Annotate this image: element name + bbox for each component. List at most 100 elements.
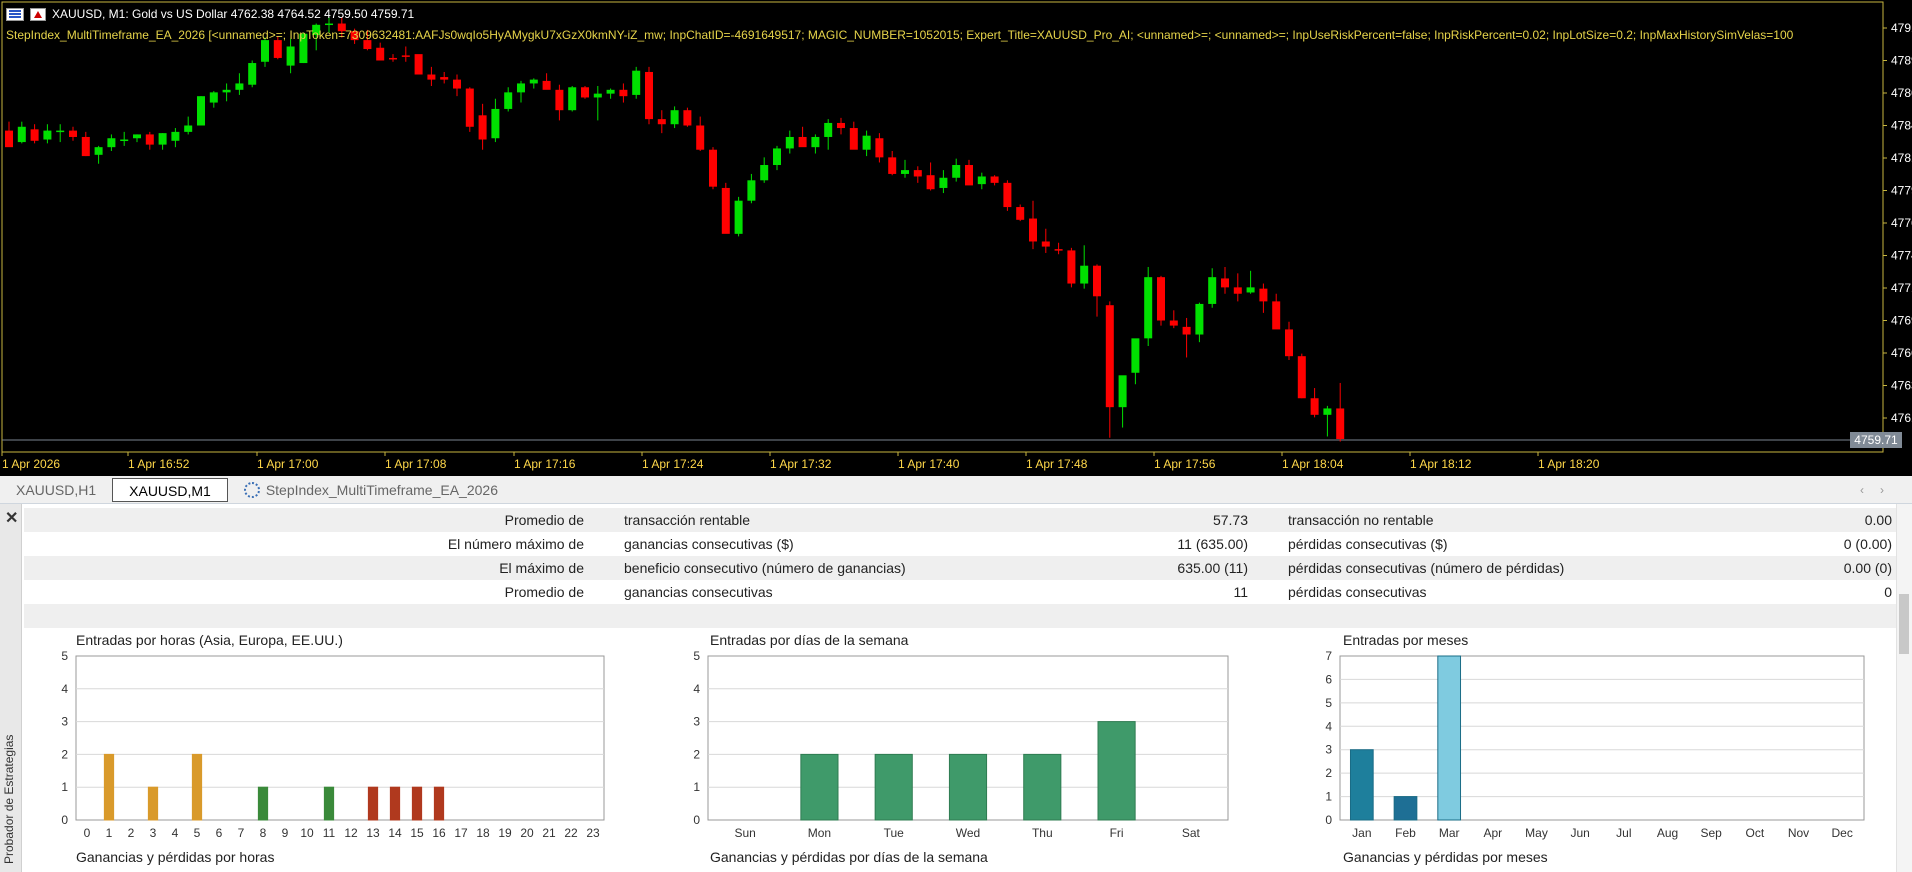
candle xyxy=(145,131,154,150)
candle xyxy=(977,172,986,190)
ea-parameters-line: StepIndex_MultiTimeframe_EA_2026 [<unnam… xyxy=(6,28,1794,42)
candle xyxy=(1221,266,1229,294)
candle xyxy=(1285,321,1293,361)
price-tick-label: 4781.75 xyxy=(1891,151,1912,165)
price-tick-label: 4784.30 xyxy=(1891,119,1912,133)
candle xyxy=(1093,264,1101,317)
x-tick-label: 7 xyxy=(238,826,245,840)
time-tick-label: 1 Apr 17:56 xyxy=(1154,457,1216,471)
candle xyxy=(465,87,474,132)
x-tick-label: Apr xyxy=(1483,826,1502,840)
symbol-info: XAUUSD, M1: Gold vs US Dollar 4762.38 47… xyxy=(52,7,415,21)
candle xyxy=(1208,268,1217,308)
y-tick-label: 1 xyxy=(693,780,700,794)
candle xyxy=(1003,180,1012,211)
y-tick-label: 6 xyxy=(1325,672,1332,686)
price-tick-label: 4791.95 xyxy=(1891,21,1912,35)
time-tick-label: 1 Apr 17:32 xyxy=(770,457,832,471)
candle xyxy=(1144,266,1153,346)
x-tick-label: 1 xyxy=(106,826,113,840)
candle xyxy=(504,87,513,112)
x-tick-label: 10 xyxy=(300,826,314,840)
y-tick-label: 7 xyxy=(1325,650,1332,663)
candle xyxy=(760,157,769,183)
y-tick-label: 5 xyxy=(1325,696,1332,710)
time-tick-label: 1 Apr 17:16 xyxy=(514,457,576,471)
tab-expert-label: StepIndex_MultiTimeframe_EA_2026 xyxy=(265,481,498,498)
time-tick-label: 1 Apr 17:40 xyxy=(898,457,960,471)
candle xyxy=(849,121,858,150)
bar xyxy=(948,753,988,821)
x-tick-label: Mon xyxy=(808,826,831,840)
table-row: El máximo de beneficio consecutivo (núme… xyxy=(24,556,1896,580)
candle xyxy=(875,133,884,163)
price-tick-label: 4763.90 xyxy=(1891,379,1912,393)
candle xyxy=(1323,405,1332,437)
x-tick-label: Dec xyxy=(1831,826,1852,840)
candle xyxy=(81,131,90,157)
x-tick-label: 16 xyxy=(432,826,446,840)
x-tick-label: May xyxy=(1525,826,1548,840)
candle xyxy=(43,124,52,144)
candle xyxy=(1016,204,1025,222)
close-icon[interactable]: ✕ xyxy=(5,508,18,528)
side-strip: ✕ Probador de Estrategias xyxy=(0,504,22,872)
price-chart[interactable]: 4791.95 4789.40 4786.85 4784.30 4781.75 4779.… xyxy=(0,0,1912,476)
y-tick-label: 2 xyxy=(693,747,700,761)
price-tick-label: 4766.45 xyxy=(1891,346,1912,360)
candle xyxy=(901,159,909,178)
candle xyxy=(94,145,103,164)
chart-menu-icon[interactable] xyxy=(6,7,24,21)
candlestick-chart[interactable]: 4791.95 4789.40 4786.85 4784.30 4781.75 4779.… xyxy=(0,0,1912,476)
x-tick-label: Fri xyxy=(1110,826,1124,840)
hours-chart-title: Entradas por horas (Asia, Europa, EE.UU.… xyxy=(76,632,343,648)
bar xyxy=(1023,753,1062,821)
table-spacer-row xyxy=(24,604,1896,628)
bar xyxy=(1097,721,1136,821)
entries-by-weekday-chart: 0 1 2 3 4 5 Sun Mon Tue Wed Thu Fri Sat xyxy=(693,650,1229,840)
price-tick-label: 4761.35 xyxy=(1891,411,1912,425)
x-tick-label: Nov xyxy=(1788,826,1809,840)
y-tick-label: 1 xyxy=(61,780,68,794)
candle xyxy=(248,60,257,88)
x-tick-label: 20 xyxy=(520,826,534,840)
candle xyxy=(888,150,897,176)
candle xyxy=(683,107,692,127)
tab-xauusd-m1[interactable]: XAUUSD,M1 xyxy=(112,477,228,502)
candle xyxy=(1067,247,1076,288)
candle xyxy=(568,85,577,112)
x-tick-label: 15 xyxy=(410,826,424,840)
candle xyxy=(990,175,999,186)
candle xyxy=(1233,273,1242,302)
x-tick-label: 18 xyxy=(476,826,490,840)
candle xyxy=(389,54,397,62)
candle xyxy=(709,147,717,190)
y-tick-label: 0 xyxy=(1325,813,1332,827)
candle xyxy=(721,182,730,234)
x-tick-label: 22 xyxy=(564,826,578,840)
tab-xauusd-h1[interactable]: XAUUSD,H1 xyxy=(0,478,112,502)
table-row: El número máximo de ganancias consecutiv… xyxy=(447,536,1892,552)
x-tick-label: Thu xyxy=(1032,826,1053,840)
trade-panel-icon[interactable] xyxy=(30,7,46,21)
candle xyxy=(837,117,845,135)
time-tick-label: 1 Apr 17:00 xyxy=(257,457,319,471)
candle xyxy=(171,128,180,148)
chart-header: XAUUSD, M1: Gold vs US Dollar 4762.38 47… xyxy=(6,7,414,21)
tab-expert-advisor[interactable]: StepIndex_MultiTimeframe_EA_2026 xyxy=(228,478,514,502)
price-tick-label: 4779.20 xyxy=(1891,184,1912,198)
candle xyxy=(1118,375,1127,428)
price-tick-label: 4769.00 xyxy=(1891,314,1912,328)
time-tick-label: 1 Apr 18:20 xyxy=(1538,457,1600,471)
time-tick-label: 1 Apr 18:04 xyxy=(1282,457,1344,471)
x-tick-label: Jul xyxy=(1616,826,1631,840)
vertical-scrollbar[interactable] xyxy=(1896,504,1912,872)
bar xyxy=(874,753,913,821)
tab-scroll-arrows[interactable]: ‹› xyxy=(1860,483,1900,497)
candle xyxy=(1131,338,1140,385)
x-tick-label: 4 xyxy=(172,826,179,840)
scrollbar-thumb[interactable] xyxy=(1899,594,1909,654)
candle xyxy=(1195,302,1204,343)
price-tick-label: 4786.85 xyxy=(1891,86,1912,100)
time-tick-label: 1 Apr 16:52 xyxy=(128,457,190,471)
